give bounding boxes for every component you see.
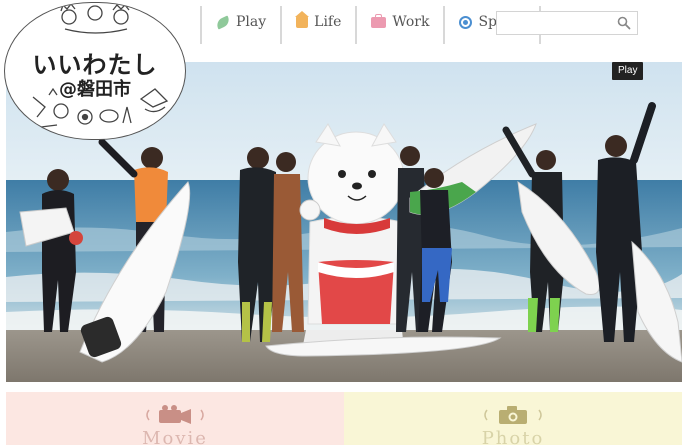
photo-card-label: Photo [481,428,545,445]
briefcase-icon [371,13,387,28]
nav-item-label: Play [236,14,267,30]
movie-card[interactable]: Movie [6,392,344,445]
search-icon[interactable] [617,16,631,30]
nav-item-play[interactable]: Play [202,4,280,46]
video-camera-icon [146,405,204,424]
logo-subtitle: @磐田市 [59,79,131,100]
nav-item-label: Work [392,14,430,30]
search-box [496,11,638,35]
nav-item-life[interactable]: Life [282,4,355,46]
leaf-icon [214,14,232,30]
photo-card[interactable]: Photo [344,392,682,445]
hero-tooltip: Play [612,62,644,80]
nav-item-label: Life [314,14,342,30]
nav-item-work[interactable]: Work [357,4,443,46]
media-cards: Movie Photo [6,392,682,445]
photo-camera-icon [484,406,542,424]
house-icon [295,11,310,28]
search-input[interactable] [503,15,611,31]
ball-icon [459,15,473,29]
site-logo[interactable]: いいわたし @磐田市 [4,2,186,140]
movie-card-label: Movie [142,428,208,445]
main-nav: Play Life Work Sports [200,4,541,46]
